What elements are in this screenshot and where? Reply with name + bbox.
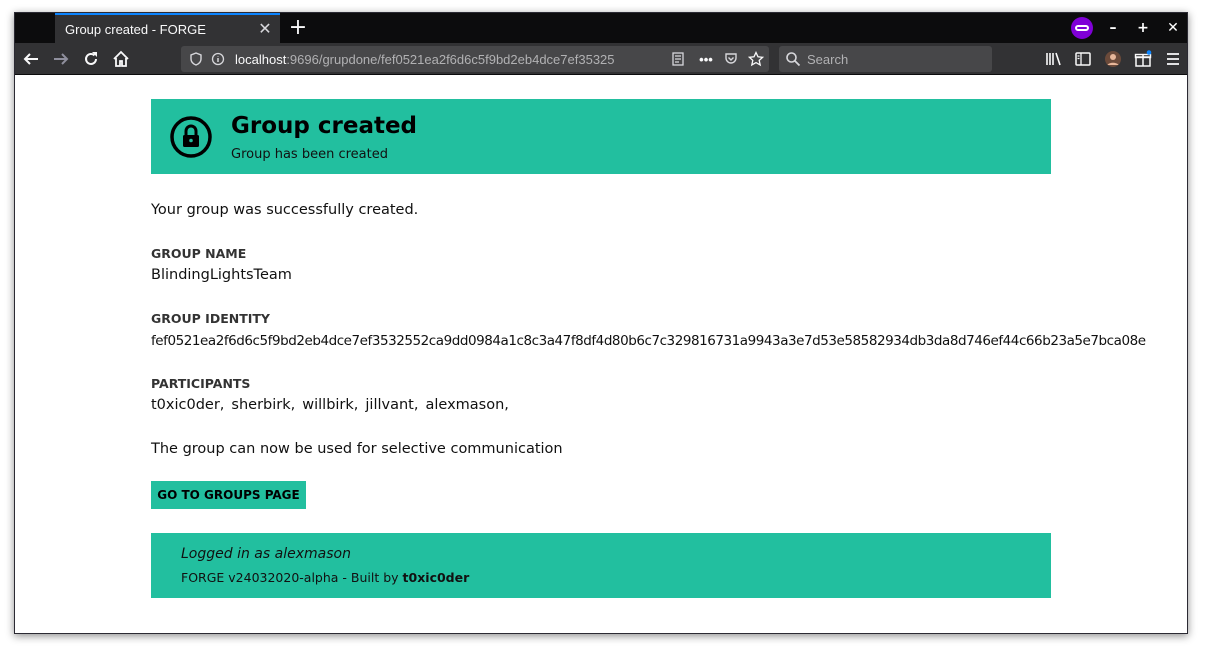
private-browsing-icon <box>1071 17 1093 39</box>
participants-list: t0xic0der, sherbirk, willbirk, jillvant,… <box>151 397 509 413</box>
login-status: Logged in as alexmason <box>181 546 351 562</box>
library-icon[interactable] <box>1041 47 1065 71</box>
usage-message: The group can now be used for selective … <box>151 441 563 457</box>
forward-icon[interactable] <box>49 47 73 71</box>
success-message: Your group was successfully created. <box>151 202 419 218</box>
navigation-bar: localhost:9696/grupdone/fef0521ea2f6d6c5… <box>15 43 1187 75</box>
author-name: t0xic0der <box>402 570 470 585</box>
header-banner: Group created Group has been created <box>151 99 1051 174</box>
participant-item: jillvant, <box>365 397 419 413</box>
group-identity-label: GROUP IDENTITY <box>151 311 270 326</box>
participant-item: willbirk, <box>302 397 359 413</box>
lock-icon <box>169 115 213 159</box>
tracking-shield-icon[interactable] <box>185 52 207 66</box>
build-info: FORGE v24032020-alpha - Built by t0xic0d… <box>181 570 469 585</box>
go-to-groups-button[interactable]: GO TO GROUPS PAGE <box>151 481 306 509</box>
maximize-icon[interactable]: + <box>1131 17 1155 39</box>
tab-title: Group created - FORGE <box>65 21 206 37</box>
page-subtitle: Group has been created <box>231 147 388 162</box>
back-icon[interactable] <box>19 47 43 71</box>
gift-icon[interactable] <box>1131 47 1155 71</box>
build-text: FORGE v24032020-alpha - Built by <box>181 570 399 585</box>
tab-active[interactable]: Group created - FORGE ✕ <box>55 13 280 43</box>
participants-label: PARTICIPANTS <box>151 376 251 391</box>
site-info-icon[interactable] <box>207 52 229 66</box>
reader-view-icon[interactable] <box>663 52 693 66</box>
account-avatar-icon[interactable] <box>1101 47 1125 71</box>
new-tab-icon[interactable]: + <box>285 15 311 41</box>
home-icon[interactable] <box>109 47 133 71</box>
participant-item: alexmason, <box>425 397 509 413</box>
close-tab-icon[interactable]: ✕ <box>250 19 280 39</box>
footer: Logged in as alexmason FORGE v24032020-a… <box>151 533 1051 598</box>
search-icon <box>779 51 807 67</box>
tab-strip: Group created - FORGE ✕ + – + ✕ <box>15 13 1187 43</box>
url-text[interactable]: localhost:9696/grupdone/fef0521ea2f6d6c5… <box>235 52 663 67</box>
menu-icon[interactable] <box>1161 47 1185 71</box>
group-name-label: GROUP NAME <box>151 246 247 261</box>
group-name-value: BlindingLightsTeam <box>151 267 292 283</box>
participant-item: sherbirk, <box>231 397 296 413</box>
search-bar[interactable]: Search <box>779 46 992 72</box>
page-content: Group created Group has been created You… <box>15 76 1187 633</box>
page-actions-icon[interactable]: ••• <box>693 52 719 67</box>
browser-window: Group created - FORGE ✕ + – + ✕ localhos… <box>14 12 1188 634</box>
minimize-icon[interactable]: – <box>1101 17 1125 39</box>
search-input[interactable]: Search <box>807 52 848 67</box>
pocket-icon[interactable] <box>719 52 743 66</box>
group-identity-value: fef0521ea2f6d6c5f9bd2eb4dce7ef3532552ca9… <box>151 333 1146 349</box>
close-window-icon[interactable]: ✕ <box>1161 17 1185 39</box>
page-title: Group created <box>231 113 418 139</box>
participant-item: t0xic0der, <box>151 397 225 413</box>
bookmark-star-icon[interactable] <box>743 51 769 67</box>
url-bar[interactable]: localhost:9696/grupdone/fef0521ea2f6d6c5… <box>181 46 769 72</box>
reload-icon[interactable] <box>79 47 103 71</box>
sidebar-icon[interactable] <box>1071 47 1095 71</box>
